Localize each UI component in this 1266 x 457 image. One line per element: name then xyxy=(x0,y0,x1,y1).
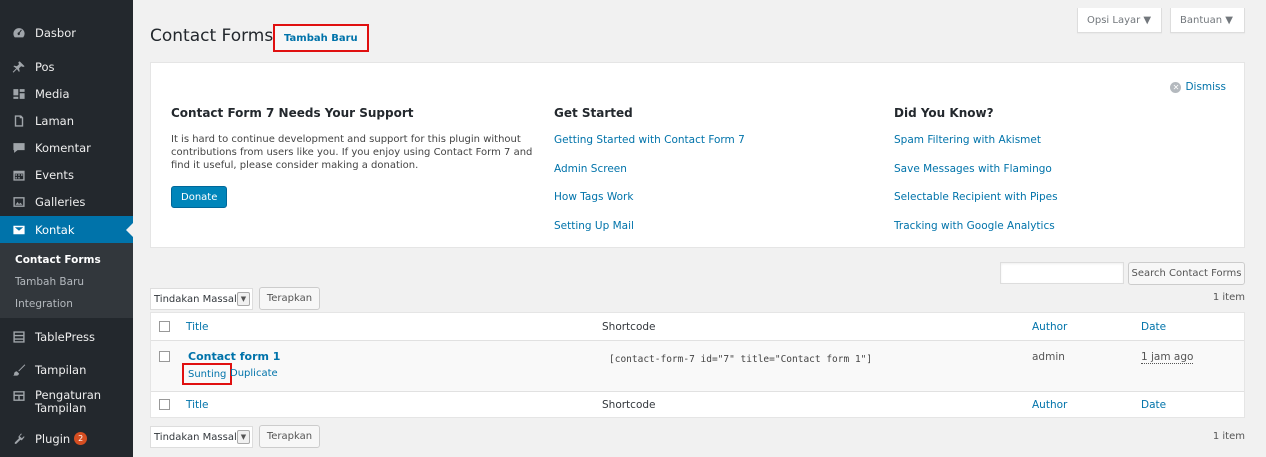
column-title-footer[interactable]: Title xyxy=(186,399,209,411)
column-shortcode-footer: Shortcode xyxy=(602,399,656,411)
link-pipes[interactable]: Selectable Recipient with Pipes xyxy=(894,191,1058,203)
sidebar-item-dasbor[interactable]: Dasbor xyxy=(0,19,133,46)
sidebar-item-label: Plugin xyxy=(35,431,71,446)
table-footer-row: Title Shortcode Author Date xyxy=(151,391,1244,417)
table-row: Contact form 1 Sunting Duplicate [contac… xyxy=(151,341,1244,391)
dismiss-label: Dismiss xyxy=(1185,81,1226,93)
row-title-link[interactable]: Contact form 1 xyxy=(188,350,280,363)
support-text: It is hard to continue development and s… xyxy=(171,134,533,171)
submenu-integration[interactable]: Integration xyxy=(15,298,73,310)
chevron-down-icon: ▼ xyxy=(237,292,250,306)
item-count-bottom: 1 item xyxy=(1212,431,1245,442)
link-spam-filtering[interactable]: Spam Filtering with Akismet xyxy=(894,134,1041,146)
column-shortcode: Shortcode xyxy=(602,321,656,333)
sidebar-item-galleries[interactable]: Galleries xyxy=(0,188,133,215)
welcome-panel: ✕ Dismiss Contact Form 7 Needs Your Supp… xyxy=(150,62,1245,248)
sidebar-item-pengaturan-tampilan[interactable]: Pengaturan Tampilan xyxy=(0,386,133,422)
select-all-checkbox[interactable] xyxy=(159,321,170,332)
submenu-contact-forms[interactable]: Contact Forms xyxy=(15,254,101,266)
sidebar-item-plugin[interactable]: Plugin 2 xyxy=(0,425,133,452)
link-getting-started[interactable]: Getting Started with Contact Form 7 xyxy=(554,134,745,146)
edit-link[interactable]: Sunting xyxy=(182,363,233,385)
sidebar-item-komentar[interactable]: Komentar xyxy=(0,134,133,161)
did-you-know-heading: Did You Know? xyxy=(894,106,994,120)
screen-options-button[interactable]: Opsi Layar ▼ xyxy=(1077,8,1162,33)
admin-sidebar: Dasbor Pos Media Laman Komentar Events G… xyxy=(0,0,133,457)
sidebar-item-label: Events xyxy=(35,167,74,182)
link-google-analytics[interactable]: Tracking with Google Analytics xyxy=(894,220,1055,232)
column-title[interactable]: Title xyxy=(186,321,209,333)
bulk-action-select-top[interactable]: Tindakan Massal ▼ xyxy=(150,288,253,310)
sidebar-item-tampilan[interactable]: Tampilan xyxy=(0,356,133,383)
table-icon xyxy=(12,330,26,344)
row-checkbox[interactable] xyxy=(159,351,170,362)
pin-icon xyxy=(12,60,26,74)
sidebar-item-kontak[interactable]: Kontak xyxy=(0,216,133,243)
sidebar-item-label: TablePress xyxy=(35,329,96,344)
search-button[interactable]: Search Contact Forms xyxy=(1128,262,1245,285)
dismiss-button[interactable]: ✕ Dismiss xyxy=(1170,81,1226,93)
select-all-checkbox-footer[interactable] xyxy=(159,399,170,410)
page-title: Contact Forms xyxy=(150,26,274,46)
sidebar-item-label: Galleries xyxy=(35,194,86,209)
sidebar-item-label: Dasbor xyxy=(35,25,76,40)
shortcode-value: [contact-form-7 id="7" title="Contact fo… xyxy=(609,354,873,365)
sidebar-item-label: Komentar xyxy=(35,140,91,155)
settings-panel-icon xyxy=(12,389,26,403)
item-count-top: 1 item xyxy=(1212,292,1245,303)
author-value: admin xyxy=(1032,351,1065,363)
calendar-icon xyxy=(12,168,26,182)
media-icon xyxy=(12,87,26,101)
mail-icon xyxy=(12,223,26,237)
dashboard-icon xyxy=(12,26,26,40)
column-author[interactable]: Author xyxy=(1032,321,1067,333)
sidebar-item-pos[interactable]: Pos xyxy=(0,53,133,80)
support-heading: Contact Form 7 Needs Your Support xyxy=(171,106,414,120)
apply-button-top[interactable]: Terapkan xyxy=(259,287,320,310)
bulk-action-select-bottom[interactable]: Tindakan Massal ▼ xyxy=(150,426,253,448)
page-icon xyxy=(12,114,26,128)
kontak-submenu: Contact Forms Tambah Baru Integration xyxy=(0,243,133,318)
link-admin-screen[interactable]: Admin Screen xyxy=(554,163,627,175)
sidebar-item-label: Laman xyxy=(35,113,74,128)
table-header-row: Title Shortcode Author Date xyxy=(151,313,1244,341)
close-icon: ✕ xyxy=(1170,81,1182,93)
sidebar-item-label: Tampilan xyxy=(35,362,87,377)
contact-forms-table: Title Shortcode Author Date Contact form… xyxy=(150,312,1245,418)
sidebar-item-events[interactable]: Events xyxy=(0,161,133,188)
update-count-badge: 2 xyxy=(74,432,88,445)
sidebar-item-label: Media xyxy=(35,86,70,101)
brush-icon xyxy=(12,363,26,377)
column-date-footer[interactable]: Date xyxy=(1141,399,1166,411)
submenu-tambah-baru[interactable]: Tambah Baru xyxy=(15,276,84,288)
help-button[interactable]: Bantuan ▼ xyxy=(1170,8,1245,33)
add-new-button[interactable]: Tambah Baru xyxy=(273,24,369,52)
sidebar-item-label: Kontak xyxy=(35,222,75,237)
link-how-tags-work[interactable]: How Tags Work xyxy=(554,191,633,203)
sidebar-item-label-line2: Tampilan xyxy=(35,401,87,415)
donate-button[interactable]: Donate xyxy=(171,186,228,208)
duplicate-link[interactable]: Duplicate xyxy=(230,368,278,379)
apply-button-bottom[interactable]: Terapkan xyxy=(259,425,320,448)
sidebar-item-tablepress[interactable]: TablePress xyxy=(0,323,133,350)
chevron-down-icon: ▼ xyxy=(237,430,250,444)
plugin-icon xyxy=(12,432,26,446)
date-value: 1 jam ago xyxy=(1141,351,1194,364)
sidebar-item-label: Pos xyxy=(35,59,55,74)
link-setting-up-mail[interactable]: Setting Up Mail xyxy=(554,220,634,232)
sidebar-item-label: Pengaturan xyxy=(35,388,102,402)
column-date[interactable]: Date xyxy=(1141,321,1166,333)
bulk-action-label: Tindakan Massal xyxy=(154,293,237,305)
sidebar-item-media[interactable]: Media xyxy=(0,80,133,107)
search-input[interactable] xyxy=(1000,262,1124,284)
get-started-heading: Get Started xyxy=(554,106,633,120)
column-author-footer[interactable]: Author xyxy=(1032,399,1067,411)
bulk-action-label: Tindakan Massal xyxy=(154,431,237,443)
link-flamingo[interactable]: Save Messages with Flamingo xyxy=(894,163,1052,175)
sidebar-item-laman[interactable]: Laman xyxy=(0,107,133,134)
gallery-icon xyxy=(12,195,26,209)
comment-icon xyxy=(12,141,26,155)
